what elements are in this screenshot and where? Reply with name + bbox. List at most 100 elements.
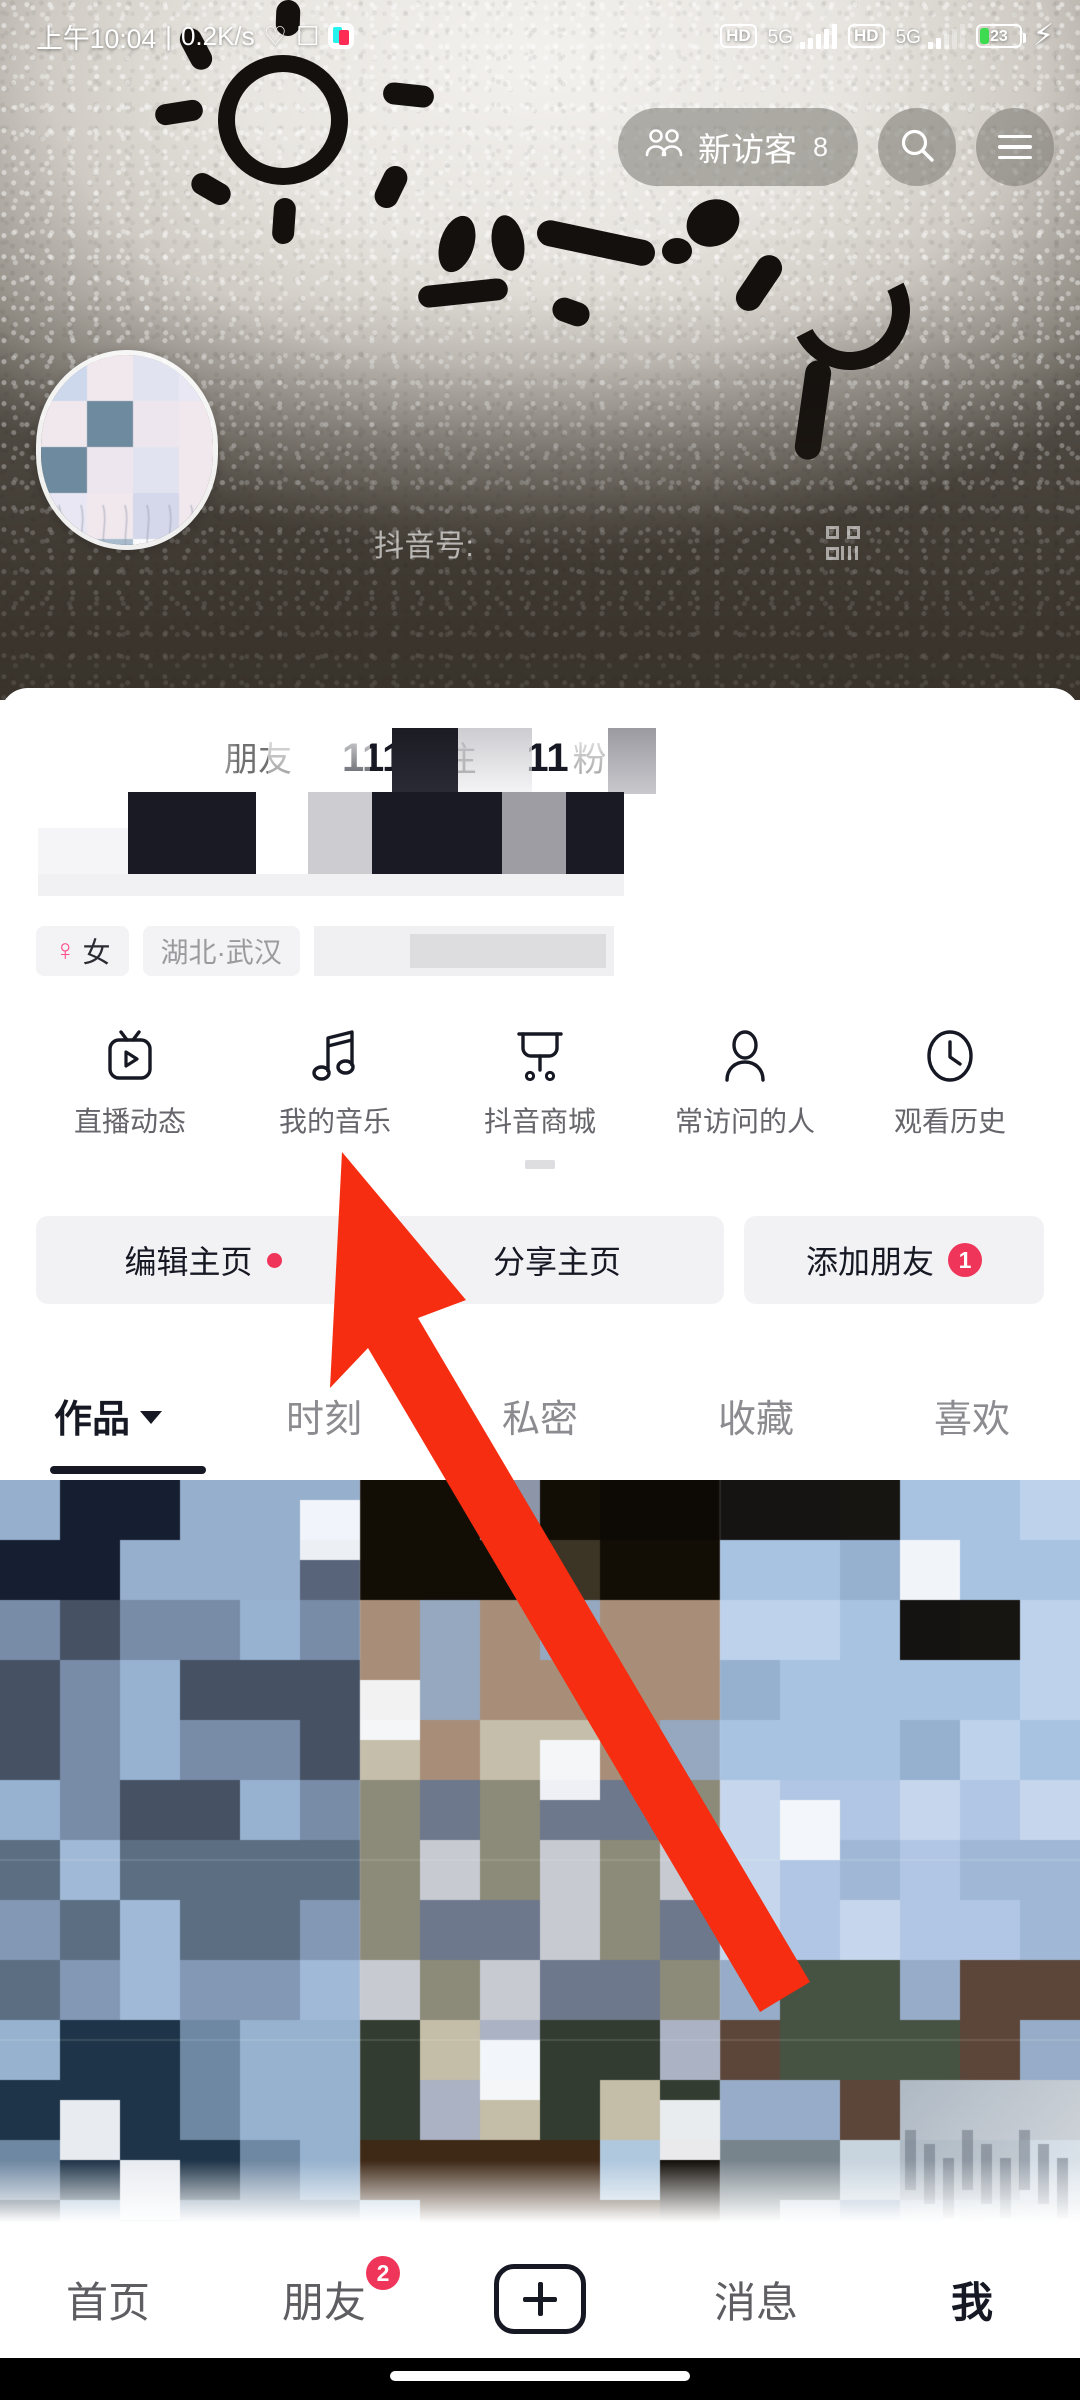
location-label: 湖北·武汉 bbox=[160, 937, 282, 968]
signal-bars-sim1 bbox=[800, 23, 837, 49]
stat-following-count: 111 bbox=[342, 736, 405, 780]
clock-icon bbox=[923, 1028, 977, 1084]
stat-following[interactable]: 111 关注 bbox=[342, 732, 476, 781]
hamburger-menu-icon bbox=[998, 134, 1032, 160]
people-group-icon bbox=[644, 128, 684, 166]
battery-icon: 23 bbox=[975, 24, 1026, 48]
stat-followers[interactable]: 11 粉丝 bbox=[526, 732, 640, 781]
quick-action-badge-bar bbox=[525, 1160, 555, 1169]
chevron-down-icon[interactable] bbox=[140, 1411, 162, 1424]
network-type-sim2: 5G bbox=[895, 27, 921, 48]
status-bar: 上午10:04 | 0.2K/s ♡ ☐ HD 5G HD 5G 23 ⚡ bbox=[0, 0, 1080, 72]
live-tv-icon bbox=[103, 1028, 157, 1084]
search-button[interactable] bbox=[878, 108, 956, 186]
new-visitors-button[interactable]: 新访客 8 bbox=[617, 108, 858, 186]
heart-circle-icon: ♡ bbox=[263, 21, 287, 51]
profile-banner[interactable] bbox=[0, 0, 1080, 700]
tab-moments[interactable]: 时刻 bbox=[216, 1360, 432, 1470]
hd-badge-sim1: HD bbox=[720, 23, 757, 49]
username-redacted bbox=[0, 792, 1080, 896]
tab-active-underline bbox=[50, 1466, 206, 1474]
header-actions: 新访客 8 bbox=[617, 108, 1054, 186]
video-grid[interactable] bbox=[0, 1480, 1080, 2240]
battery-percent: 23 bbox=[990, 27, 1008, 45]
status-time: 上午10:04 bbox=[36, 23, 157, 54]
bottom-navigation: 首页 朋友 2 消息 我 bbox=[0, 2240, 1080, 2358]
status-netspeed: | bbox=[165, 20, 172, 51]
tab-private-label: 私密 bbox=[501, 1398, 578, 1441]
gender-tag[interactable]: ♀ 女 bbox=[36, 926, 129, 976]
quick-action-live[interactable]: 直播动态 bbox=[44, 1028, 216, 1169]
signal-bars-sim2 bbox=[927, 23, 965, 49]
tab-favorites[interactable]: 收藏 bbox=[648, 1360, 864, 1470]
video-grid-thumbnails[interactable] bbox=[0, 1480, 1080, 2240]
quick-action-music[interactable]: 我的音乐 bbox=[249, 1028, 421, 1169]
app-square-icon: ☐ bbox=[295, 21, 320, 51]
bio-redacted bbox=[313, 926, 614, 976]
plus-create-icon[interactable] bbox=[494, 2264, 586, 2334]
add-friend-button[interactable]: 添加朋友 1 bbox=[744, 1216, 1044, 1304]
qr-code-icon[interactable] bbox=[826, 526, 860, 560]
share-profile-label: 分享主页 bbox=[492, 1244, 621, 1280]
edit-profile-button[interactable]: 编辑主页 bbox=[36, 1216, 370, 1304]
nav-create[interactable] bbox=[432, 2240, 648, 2358]
douyin-id-row[interactable]: 抖音号: bbox=[374, 516, 860, 570]
person-icon bbox=[721, 1028, 769, 1084]
stats-row: 朋友 111 关注 11 粉丝 bbox=[0, 732, 1080, 781]
stat-following-label: 关注 bbox=[408, 741, 477, 779]
quick-action-label: 抖音商城 bbox=[483, 1106, 596, 1137]
nav-home-label: 首页 bbox=[65, 2278, 150, 2326]
avatar-image bbox=[41, 355, 213, 545]
quick-action-visitors[interactable]: 常访问的人 bbox=[659, 1028, 831, 1169]
shopping-cart-icon bbox=[513, 1028, 567, 1084]
tab-moments-label: 时刻 bbox=[285, 1398, 362, 1441]
content-tabs: 作品 时刻 私密 收藏 喜欢 bbox=[0, 1360, 1080, 1470]
location-tag[interactable]: 湖北·武汉 bbox=[142, 926, 300, 976]
gesture-bar bbox=[0, 2358, 1080, 2400]
edit-profile-red-dot bbox=[266, 1252, 282, 1268]
female-symbol-icon: ♀ bbox=[54, 934, 77, 967]
nav-friends[interactable]: 朋友 2 bbox=[216, 2240, 432, 2358]
charging-bolt-icon: ⚡ bbox=[1032, 19, 1054, 52]
status-netspeed-value: 0.2K/s bbox=[180, 20, 255, 51]
quick-action-label: 我的音乐 bbox=[278, 1106, 391, 1137]
gesture-pill[interactable] bbox=[390, 2371, 690, 2381]
tab-works[interactable]: 作品 bbox=[0, 1360, 216, 1470]
avatar[interactable] bbox=[36, 350, 218, 550]
nav-me-label: 我 bbox=[950, 2278, 993, 2326]
tab-private[interactable]: 私密 bbox=[432, 1360, 648, 1470]
gender-label: 女 bbox=[82, 937, 111, 968]
douyin-profile-screen: 上午10:04 | 0.2K/s ♡ ☐ HD 5G HD 5G 23 ⚡ 新访… bbox=[0, 0, 1080, 2400]
add-friend-badge: 1 bbox=[948, 1243, 982, 1277]
quick-action-history[interactable]: 观看历史 bbox=[864, 1028, 1036, 1169]
nav-home[interactable]: 首页 bbox=[0, 2240, 216, 2358]
edit-profile-label: 编辑主页 bbox=[124, 1244, 253, 1280]
quick-action-shop[interactable]: 抖音商城 bbox=[454, 1028, 626, 1169]
hd-badge-sim2: HD bbox=[848, 23, 885, 49]
nav-me[interactable]: 我 bbox=[864, 2240, 1080, 2358]
new-visitors-label: 新访客 bbox=[697, 131, 797, 168]
quick-action-label: 直播动态 bbox=[73, 1106, 186, 1137]
nav-messages[interactable]: 消息 bbox=[648, 2240, 864, 2358]
quick-actions-row: 直播动态 我的音乐 抖音商城 常访问的人 观看历史 bbox=[0, 1028, 1080, 1169]
music-note-icon bbox=[310, 1028, 360, 1084]
search-icon bbox=[897, 125, 937, 170]
menu-button[interactable] bbox=[976, 108, 1054, 186]
share-profile-button[interactable]: 分享主页 bbox=[390, 1216, 724, 1304]
quick-action-label: 常访问的人 bbox=[674, 1106, 815, 1137]
quick-action-label: 观看历史 bbox=[893, 1106, 1006, 1137]
stat-friends-label: 朋友 bbox=[224, 741, 292, 779]
stat-friends[interactable]: 朋友 bbox=[220, 732, 292, 781]
add-friend-label: 添加朋友 bbox=[805, 1244, 934, 1280]
banner-shade bbox=[0, 0, 1080, 700]
nav-messages-label: 消息 bbox=[713, 2278, 798, 2326]
stat-followers-count: 11 bbox=[526, 736, 569, 780]
douyin-id-label: 抖音号: bbox=[374, 530, 475, 563]
profile-tags: ♀ 女 湖北·武汉 bbox=[36, 926, 614, 976]
new-visitors-count: 8 bbox=[812, 131, 828, 162]
tab-works-label: 作品 bbox=[53, 1398, 130, 1441]
tab-likes[interactable]: 喜欢 bbox=[864, 1360, 1080, 1470]
action-buttons-row: 编辑主页 分享主页 添加朋友 1 bbox=[36, 1216, 1044, 1304]
tab-likes-label: 喜欢 bbox=[933, 1398, 1010, 1441]
tab-favorites-label: 收藏 bbox=[717, 1398, 794, 1441]
